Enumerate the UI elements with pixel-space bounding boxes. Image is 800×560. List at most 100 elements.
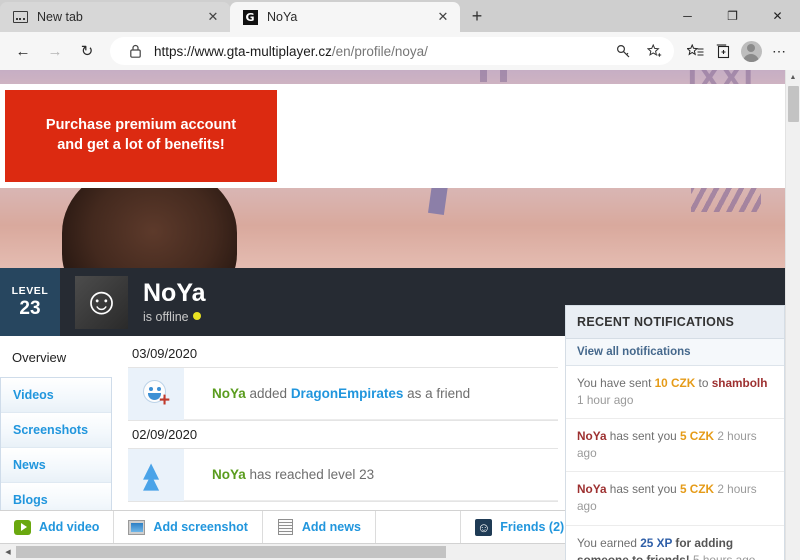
- profile-avatar[interactable]: [738, 38, 764, 64]
- feed-item-text: NoYa has reached level 23: [184, 467, 374, 482]
- promo-line-2: and get a lot of benefits!: [57, 137, 225, 153]
- minimize-button[interactable]: ─: [665, 0, 710, 32]
- sidebar-item-overview[interactable]: Overview: [0, 336, 112, 377]
- feed-date-header: 03/09/2020: [128, 336, 558, 368]
- profile-identity: NoYa is offline: [143, 279, 206, 324]
- url-text[interactable]: https://www.gta-multiplayer.cz/en/profil…: [154, 44, 604, 59]
- window-controls: ─ ❐ ✕: [665, 0, 800, 32]
- notif-xp: 25 XP: [640, 535, 673, 550]
- feed-action-post: as a friend: [403, 386, 471, 401]
- notif-amount: 5 CZK: [679, 482, 715, 497]
- page-scrollbar-vertical[interactable]: ▲: [785, 70, 800, 560]
- friends-smiley-icon: ☺: [475, 518, 493, 536]
- address-bar[interactable]: https://www.gta-multiplayer.cz/en/profil…: [110, 37, 674, 65]
- news-icon: [277, 519, 294, 536]
- lock-icon: [122, 38, 148, 64]
- tab-title: New tab: [37, 10, 83, 24]
- add-news-button[interactable]: Add news: [263, 511, 376, 543]
- page-viewport: IXXI Purchase premium account and get a …: [0, 70, 800, 560]
- more-settings-icon[interactable]: ⋯: [766, 38, 792, 64]
- feed-action-pre: added: [245, 386, 291, 401]
- profile-avatar-image[interactable]: ☺: [75, 275, 128, 329]
- scroll-left-icon[interactable]: ◀: [0, 548, 16, 556]
- tab-noya[interactable]: G NoYa ✕: [230, 2, 460, 32]
- add-news-label: Add news: [301, 520, 361, 534]
- add-favorite-star-icon[interactable]: [642, 38, 668, 64]
- sidebar-item-screenshots[interactable]: Screenshots: [1, 413, 111, 448]
- add-screenshot-label: Add screenshot: [153, 520, 248, 534]
- browser-window: New tab ✕ G NoYa ✕ + ─ ❐ ✕ ← → ↻ https:/…: [0, 0, 800, 560]
- smiley-icon: ☺: [82, 281, 121, 323]
- profile-status: is offline: [143, 310, 206, 324]
- notif-timestamp: 5 hours ago: [693, 552, 756, 560]
- gta-g-icon: G: [242, 9, 258, 25]
- maximize-button[interactable]: ❐: [710, 0, 755, 32]
- notif-user[interactable]: NoYa: [577, 429, 607, 443]
- promo-line-1: Purchase premium account: [45, 117, 237, 134]
- tab-close-icon[interactable]: ✕: [204, 8, 222, 26]
- password-key-icon[interactable]: [610, 38, 636, 64]
- add-friend-icon: +: [128, 367, 184, 420]
- level-label: LEVEL: [11, 284, 49, 297]
- premium-promo-banner[interactable]: Purchase premium account and get a lot o…: [5, 90, 277, 182]
- sidebar-item-news[interactable]: News: [1, 448, 111, 483]
- feed-item-text: NoYa added DragonEmpirates as a friend: [184, 386, 470, 401]
- add-screenshot-button[interactable]: Add screenshot: [114, 511, 263, 543]
- notif-user[interactable]: shambolh: [712, 376, 768, 390]
- view-all-notifications-link[interactable]: View all notifications: [566, 339, 784, 366]
- feed-date-header: 02/09/2020: [128, 420, 558, 449]
- notif-amount: 5 CZK: [679, 429, 715, 444]
- notif-text: to: [695, 376, 712, 390]
- close-window-button[interactable]: ✕: [755, 0, 800, 32]
- back-icon[interactable]: ←: [8, 36, 38, 66]
- url-path: /en/profile/noya/: [331, 43, 428, 59]
- level-up-icon: ▲▲: [128, 448, 184, 501]
- sidebar-item-videos[interactable]: Videos: [1, 378, 111, 413]
- feed-item[interactable]: ▲ ▲ NoYa has reached level 23: [128, 448, 558, 501]
- hscrollbar-thumb[interactable]: [16, 546, 446, 558]
- add-video-button[interactable]: Add video: [0, 511, 115, 543]
- friends-label: Friends (2): [500, 520, 565, 534]
- forward-icon[interactable]: →: [40, 36, 70, 66]
- friends-button[interactable]: ☺ Friends (2): [461, 511, 580, 543]
- recent-notifications-panel: RECENT NOTIFICATIONS View all notificati…: [565, 305, 785, 560]
- collections-icon[interactable]: [710, 38, 736, 64]
- scroll-up-icon[interactable]: ▲: [786, 70, 800, 85]
- notif-user[interactable]: NoYa: [577, 482, 607, 496]
- notif-text: You earned: [577, 535, 641, 550]
- notification-item[interactable]: You earned 25 XP for adding someone to f…: [566, 526, 784, 560]
- status-dot-icon: [192, 311, 201, 320]
- profile-status-text: is offline: [143, 309, 189, 324]
- notification-item[interactable]: You have sent 10 CZK to shambolh 1 hour …: [566, 366, 784, 420]
- notifications-title: RECENT NOTIFICATIONS: [566, 306, 784, 339]
- toolbar-spacer: [376, 511, 462, 543]
- notification-item[interactable]: NoYa has sent you 5 CZK 2 hours ago: [566, 419, 784, 473]
- video-icon: [14, 519, 31, 536]
- tab-new-tab[interactable]: New tab ✕: [0, 2, 230, 32]
- notif-text: has sent you: [606, 482, 680, 497]
- tab-close-icon[interactable]: ✕: [434, 8, 452, 26]
- url-domain: https://www.gta-multiplayer.cz: [154, 43, 332, 59]
- level-value: 23: [19, 298, 41, 320]
- notif-amount: 10 CZK: [654, 376, 696, 390]
- notif-text: You have sent: [577, 376, 655, 390]
- level-badge: LEVEL 23: [0, 268, 60, 336]
- reload-icon[interactable]: ↻: [72, 36, 102, 66]
- feed-item[interactable]: + NoYa added DragonEmpirates as a friend: [128, 367, 558, 420]
- feed-target[interactable]: DragonEmpirates: [291, 386, 404, 401]
- tab-strip: New tab ✕ G NoYa ✕ + ─ ❐ ✕: [0, 0, 800, 32]
- notification-item[interactable]: NoYa has sent you 5 CZK 2 hours ago: [566, 472, 784, 526]
- favorites-list-icon[interactable]: [682, 38, 708, 64]
- add-video-label: Add video: [39, 520, 100, 534]
- profile-name: NoYa: [143, 279, 206, 308]
- notif-text: has sent you: [606, 429, 680, 444]
- feed-actor[interactable]: NoYa: [212, 386, 246, 401]
- tab-title: NoYa: [267, 10, 298, 24]
- feed-actor[interactable]: NoYa: [212, 467, 246, 482]
- notif-timestamp: 1 hour ago: [577, 393, 634, 408]
- new-tab-button[interactable]: +: [462, 2, 492, 32]
- feed-action-pre: has reached level 23: [245, 467, 375, 482]
- scrollbar-thumb[interactable]: [788, 86, 799, 122]
- screenshot-icon: [128, 519, 146, 536]
- browser-toolbar: ← → ↻ https://www.gta-multiplayer.cz/en/…: [0, 32, 800, 70]
